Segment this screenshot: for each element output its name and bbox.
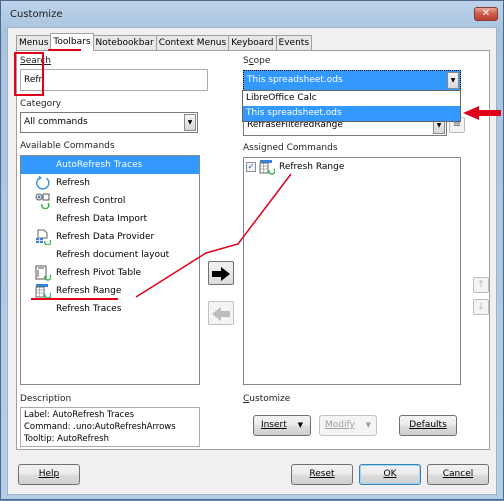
reset-label: Reset bbox=[309, 469, 335, 479]
arrow-down-icon: 🡓 bbox=[478, 301, 484, 312]
list-item-label: Refresh Range bbox=[56, 286, 122, 296]
customize-label: Customize bbox=[243, 394, 291, 404]
tab-notebookbar[interactable]: Notebookbar bbox=[92, 35, 157, 51]
category-label: Category bbox=[20, 99, 62, 109]
refresh-pivot-table-icon bbox=[35, 265, 51, 281]
list-item-label: Refresh Data Import bbox=[56, 214, 148, 224]
defaults-label: Defaults bbox=[409, 420, 447, 430]
list-item-label: Refresh Traces bbox=[56, 304, 122, 314]
cancel-label: Cancel bbox=[442, 469, 474, 479]
chevron-down-icon: ▼ bbox=[297, 421, 304, 429]
available-commands-label: Available Commands bbox=[20, 141, 115, 151]
list-item[interactable]: AutoRefresh Traces bbox=[21, 156, 199, 174]
assigned-commands-label: Assigned Commands bbox=[243, 143, 338, 153]
description-box: Label: AutoRefresh Traces Command: .uno:… bbox=[20, 407, 200, 447]
chevron-down-icon[interactable]: ▼ bbox=[184, 114, 196, 131]
close-button[interactable]: ✕ bbox=[474, 7, 498, 21]
close-icon: ✕ bbox=[481, 8, 491, 19]
tab-bar: Menus Toolbars Notebookbar Context Menus… bbox=[16, 33, 313, 51]
help-button[interactable]: Help bbox=[18, 464, 80, 485]
arrow-left-icon bbox=[212, 307, 230, 321]
search-value: Refr bbox=[24, 75, 43, 85]
window-title: Customize bbox=[10, 9, 63, 20]
scope-value: This spreadsheet.ods bbox=[247, 75, 343, 85]
scope-option[interactable]: LibreOffice Calc bbox=[243, 91, 460, 106]
chevron-down-icon[interactable]: ▼ bbox=[447, 72, 459, 89]
tab-events[interactable]: Events bbox=[275, 35, 313, 51]
search-label: Search bbox=[20, 56, 51, 66]
chevron-down-icon: ▼ bbox=[365, 421, 372, 429]
list-item[interactable]: Refresh document layout bbox=[21, 246, 199, 264]
move-up-button[interactable]: 🡑 bbox=[473, 277, 489, 293]
checkbox[interactable]: ✓ bbox=[246, 162, 256, 172]
add-command-button[interactable] bbox=[208, 261, 234, 285]
refresh-control-icon bbox=[35, 193, 50, 209]
remove-command-button[interactable] bbox=[208, 301, 234, 325]
available-commands-list[interactable]: AutoRefresh Traces Refresh Refresh Contr… bbox=[20, 155, 200, 385]
refresh-data-provider-icon bbox=[36, 229, 51, 245]
tab-menus[interactable]: Menus bbox=[16, 35, 52, 51]
modify-button[interactable]: Modify ▼ bbox=[319, 415, 377, 436]
assigned-commands-list[interactable]: ✓ Refresh Range bbox=[243, 157, 461, 385]
list-item-label: AutoRefresh Traces bbox=[56, 160, 143, 170]
list-item[interactable]: Refresh Pivot Table bbox=[21, 264, 199, 282]
move-down-button[interactable]: 🡓 bbox=[473, 299, 489, 315]
title-bar[interactable]: Customize ✕ bbox=[1, 1, 503, 27]
list-item[interactable]: Refresh Traces bbox=[21, 300, 199, 318]
list-item-label: Refresh document layout bbox=[56, 250, 170, 260]
help-label: Help bbox=[38, 469, 60, 479]
list-item[interactable]: Refresh Range bbox=[21, 282, 199, 300]
arrow-up-icon: 🡑 bbox=[478, 279, 484, 290]
refresh-icon bbox=[36, 175, 50, 190]
description-label: Description bbox=[20, 394, 72, 404]
tab-toolbars[interactable]: Toolbars bbox=[50, 33, 94, 51]
list-item-label: Refresh Range bbox=[279, 162, 345, 172]
scope-label: Scope bbox=[243, 56, 271, 66]
list-item[interactable]: Refresh Data Import bbox=[21, 210, 199, 228]
refresh-range-icon bbox=[259, 160, 275, 175]
list-item-label: Refresh Data Provider bbox=[56, 232, 155, 242]
search-input[interactable]: Refr bbox=[20, 69, 208, 91]
ok-label: OK bbox=[383, 469, 397, 479]
reset-button[interactable]: Reset bbox=[291, 464, 353, 485]
list-item[interactable]: Refresh Control bbox=[21, 192, 199, 210]
modify-label: Modify bbox=[324, 420, 355, 430]
scope-option[interactable]: This spreadsheet.ods bbox=[243, 106, 460, 121]
scope-dropdown-list: LibreOffice Calc This spreadsheet.ods bbox=[242, 90, 461, 122]
list-item[interactable]: Refresh bbox=[21, 174, 199, 192]
cancel-button[interactable]: Cancel bbox=[427, 464, 489, 485]
refresh-range-icon bbox=[35, 284, 51, 299]
description-line: Command: .uno:AutoRefreshArrows bbox=[24, 422, 176, 432]
tab-keyboard[interactable]: Keyboard bbox=[228, 35, 277, 51]
scope-select[interactable]: This spreadsheet.ods ▼ bbox=[243, 70, 461, 91]
arrow-right-icon bbox=[212, 267, 230, 281]
defaults-button[interactable]: Defaults bbox=[399, 415, 457, 436]
description-line: Label: AutoRefresh Traces bbox=[24, 410, 135, 420]
description-line: Tooltip: AutoRefresh bbox=[24, 434, 109, 444]
list-item-label: Refresh Pivot Table bbox=[56, 268, 142, 278]
list-item-label: Refresh bbox=[56, 178, 90, 188]
category-value: All commands bbox=[24, 117, 88, 127]
customize-dialog: Customize ✕ Menus Toolbars Notebookbar C… bbox=[0, 0, 504, 500]
list-item[interactable]: ✓ Refresh Range bbox=[244, 158, 460, 176]
ok-button[interactable]: OK bbox=[359, 464, 421, 485]
tab-context-menus[interactable]: Context Menus bbox=[155, 35, 230, 51]
insert-label: Insert bbox=[260, 420, 287, 430]
list-item-label: Refresh Control bbox=[56, 196, 126, 206]
list-item[interactable]: Refresh Data Provider bbox=[21, 228, 199, 246]
insert-button[interactable]: Insert ▼ bbox=[253, 415, 311, 436]
category-select[interactable]: All commands ▼ bbox=[20, 112, 198, 133]
dialog-body: Menus Toolbars Notebookbar Context Menus… bbox=[7, 27, 497, 495]
